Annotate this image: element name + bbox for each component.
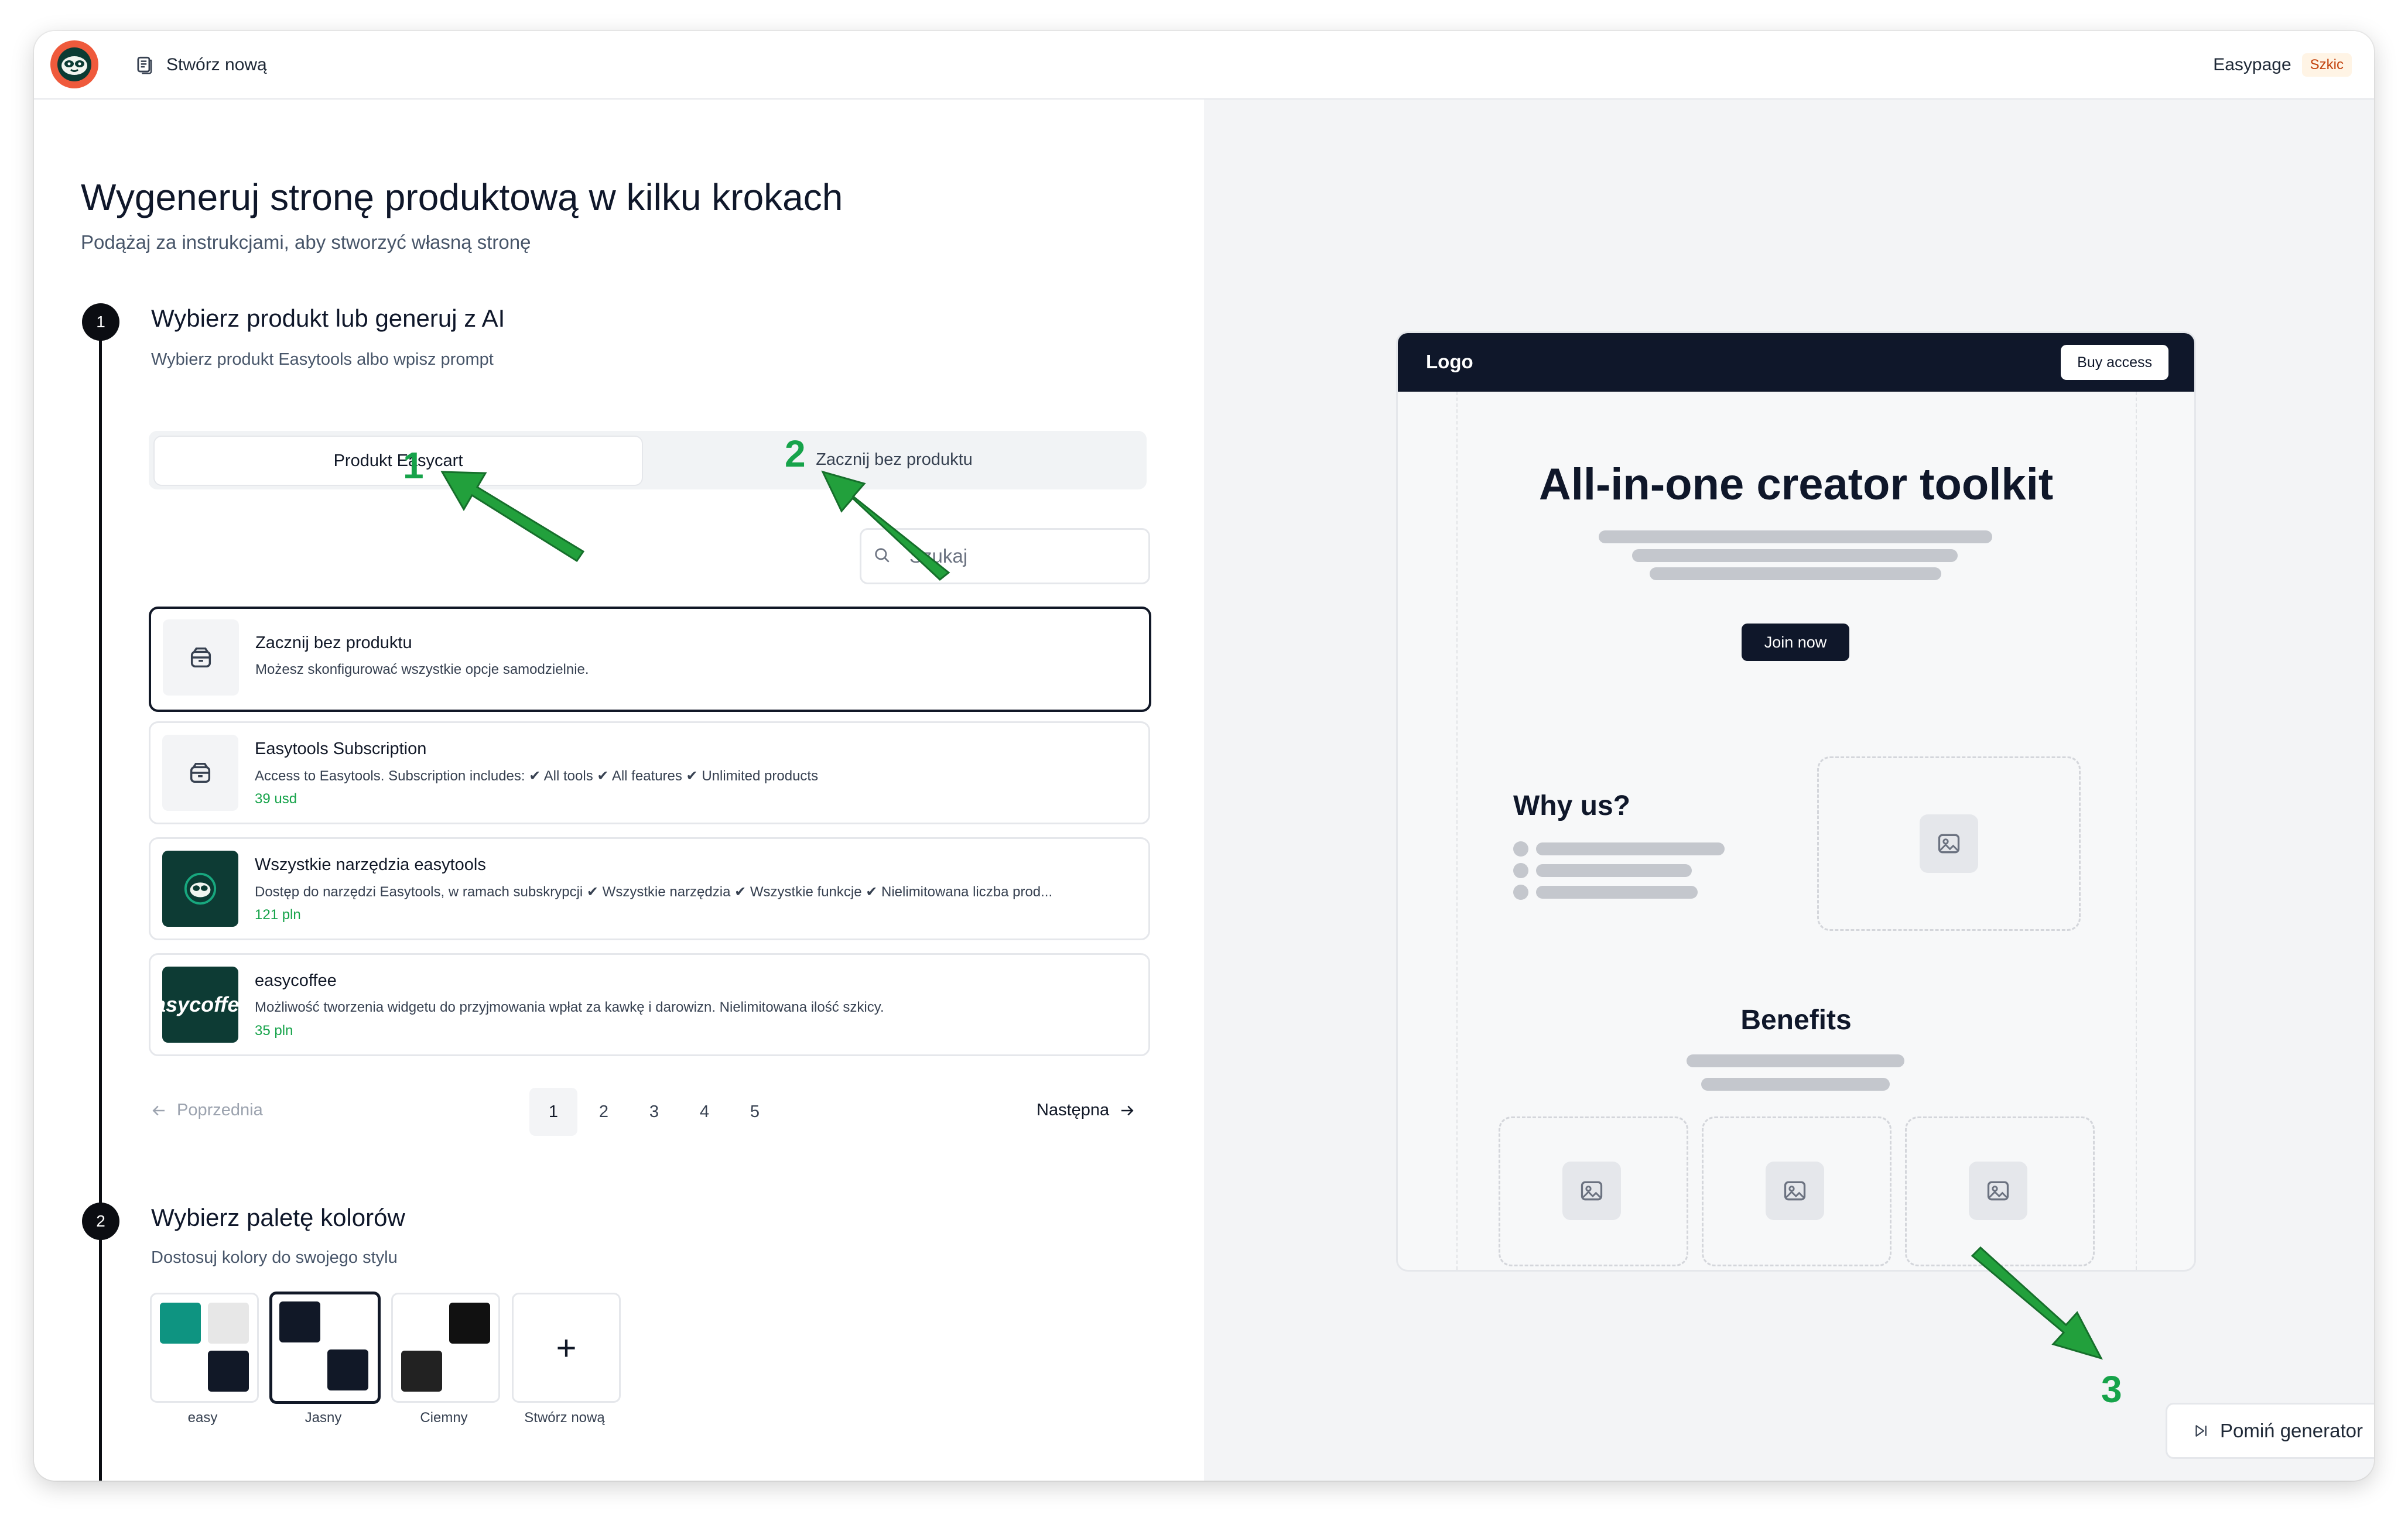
annotation-arrows: [440, 470, 2103, 1360]
annotation-arrow-2: [821, 470, 950, 581]
annotation-arrow-1: [440, 471, 585, 563]
annotation-number-3: 3: [2101, 1368, 2122, 1410]
annotation-arrow-3: [1971, 1246, 2103, 1360]
annotation-number-2: 2: [785, 433, 806, 475]
annotation-number-1: 1: [403, 444, 424, 487]
